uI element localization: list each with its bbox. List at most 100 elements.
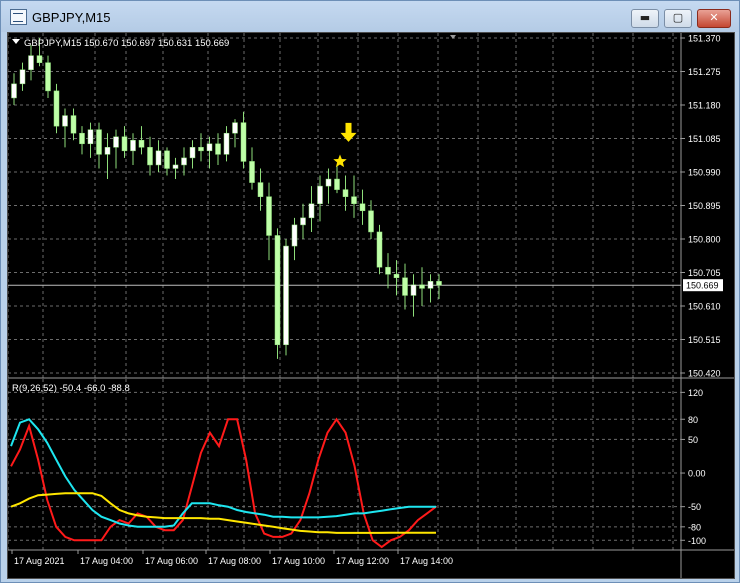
candle-bullish <box>317 185 323 204</box>
maximize-button[interactable]: ▢ <box>664 9 692 28</box>
price-label: 150.990 <box>688 168 721 178</box>
candle-bearish <box>393 274 400 279</box>
indicator-lines <box>10 417 437 549</box>
candle-bearish <box>368 210 374 233</box>
candle-bearish <box>266 196 272 236</box>
time-label: 17 Aug 2021 <box>14 556 65 566</box>
candle-bullish <box>104 147 111 155</box>
signal-star-icon <box>333 154 347 168</box>
candle-bullish <box>300 217 306 226</box>
candle-bearish <box>36 55 43 63</box>
candle-bearish <box>334 178 340 190</box>
price-label: 150.895 <box>688 201 721 211</box>
chart-window: GBPJPY,M15 ▬ ▢ ✕ 151.370 151.275 151.180 15… <box>0 0 740 583</box>
candle-bullish <box>62 115 68 127</box>
candle-bearish <box>70 115 77 134</box>
minimize-button[interactable]: ▬ <box>631 9 659 28</box>
candle-bullish <box>181 157 187 166</box>
indicator-scale-label: -50 <box>688 502 701 512</box>
candle-bearish <box>198 147 204 152</box>
indicator-scale-label: -80 <box>688 522 701 532</box>
price-grid <box>7 33 681 378</box>
price-label: 150.705 <box>688 268 721 278</box>
candle-bearish <box>249 161 255 183</box>
candle-bearish <box>45 62 51 92</box>
symbol-header: GBPJPY,M15 150.670 150.697 150.631 150.6… <box>24 38 229 49</box>
candle-bearish <box>138 140 145 148</box>
candle-bearish <box>96 129 102 155</box>
price-chart[interactable]: 151.370 151.275 151.180 151.085 150.990 150.8… <box>7 33 734 578</box>
candle-bullish <box>410 284 417 296</box>
price-label: 150.420 <box>688 369 721 379</box>
candle-bullish <box>28 55 34 70</box>
time-label: 17 Aug 06:00 <box>145 556 198 566</box>
candle-bearish <box>240 122 247 162</box>
indicator-scale-label: 120 <box>688 388 703 398</box>
candle-bearish <box>257 182 264 197</box>
indicator-scale-label: 0.00 <box>688 469 706 479</box>
candle-bullish <box>232 122 238 134</box>
candle-bearish <box>359 203 366 212</box>
indicator-scale-label: -100 <box>688 536 706 546</box>
candle-bullish <box>130 140 136 152</box>
price-label: 150.515 <box>688 335 721 345</box>
chart-area[interactable]: 151.370 151.275 151.180 151.085 150.990 150.8… <box>7 32 735 579</box>
candles-group <box>11 38 442 359</box>
candle-bearish <box>164 150 170 169</box>
candle-bullish <box>189 147 196 159</box>
chart-shift-marker-icon[interactable] <box>450 35 456 39</box>
candle-bearish <box>402 277 408 296</box>
time-axis: 17 Aug 2021 17 Aug 04:00 17 Aug 06:00 17 Au… <box>11 550 453 566</box>
candle-bearish <box>385 266 391 275</box>
candle-bullish <box>155 150 162 166</box>
close-button[interactable]: ✕ <box>697 9 731 28</box>
time-label: 17 Aug 14:00 <box>400 556 453 566</box>
price-label: 151.180 <box>688 101 721 111</box>
candle-bearish <box>79 132 85 145</box>
candle-bullish <box>206 143 213 152</box>
current-price-label: 150.669 <box>686 281 719 291</box>
candle-bearish <box>53 90 60 127</box>
candle-bullish <box>223 132 230 155</box>
price-label: 151.085 <box>688 134 721 144</box>
time-label: 17 Aug 04:00 <box>80 556 133 566</box>
indicator-grid <box>7 379 681 550</box>
candle-bearish <box>419 284 425 289</box>
candle-bearish <box>376 231 383 268</box>
candle-bearish <box>436 281 442 286</box>
indicator-axis: 120 80 50 0.00 -50 -80 -100 <box>681 388 706 546</box>
candle-bearish <box>121 136 128 152</box>
candle-bullish <box>172 164 179 169</box>
time-label: 17 Aug 10:00 <box>272 556 325 566</box>
price-label: 150.800 <box>688 235 721 245</box>
candle-bearish <box>147 147 153 166</box>
chart-window-icon <box>10 9 27 25</box>
time-label: 17 Aug 08:00 <box>208 556 261 566</box>
candle-bullish <box>283 245 289 346</box>
indicator-header: R(9,26,52) -50.4 -66.0 -88.8 <box>12 383 130 394</box>
candle-bullish <box>11 83 17 99</box>
indicator-scale-label: 50 <box>688 435 698 445</box>
price-label: 150.610 <box>688 302 721 312</box>
chart-menu-triangle-icon[interactable] <box>12 39 20 44</box>
candle-bullish <box>291 224 298 247</box>
sell-arrow-icon <box>340 122 357 142</box>
markers-group <box>333 122 357 168</box>
candle-bullish <box>113 136 119 148</box>
indicator-scale-label: 80 <box>688 415 698 425</box>
price-axis: 151.370 151.275 151.180 151.085 150.990 150.8… <box>681 34 723 379</box>
candle-bearish <box>342 189 349 197</box>
window-title: GBPJPY,M15 <box>32 10 111 25</box>
candle-bullish <box>427 281 434 289</box>
candle-bearish <box>215 143 221 155</box>
title-bar[interactable]: GBPJPY,M15 ▬ ▢ ✕ <box>1 1 739 32</box>
candle-bearish <box>274 235 281 346</box>
candle-bearish <box>351 196 357 204</box>
candle-bullish <box>19 69 26 85</box>
price-label: 151.275 <box>688 67 721 77</box>
candle-bullish <box>308 203 315 219</box>
candle-bullish <box>87 129 94 145</box>
time-label: 17 Aug 12:00 <box>336 556 389 566</box>
candle-bullish <box>325 178 332 187</box>
price-label: 151.370 <box>688 34 721 44</box>
